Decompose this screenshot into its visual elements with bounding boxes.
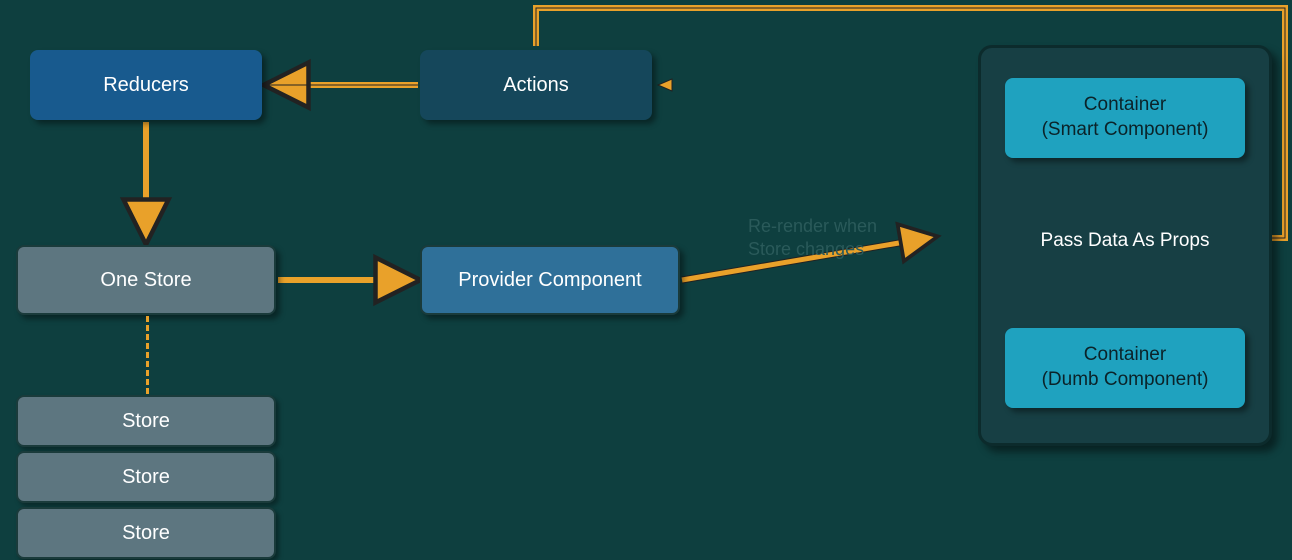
store-stack: Store Store Store xyxy=(16,395,276,560)
actions-node: Actions xyxy=(420,50,652,120)
dashed-connector xyxy=(146,316,149,394)
dumb-container-node: Container(Dumb Component) xyxy=(1005,328,1245,408)
store-item: Store xyxy=(16,507,276,559)
edge-label-rerender: Re-render whenStore changes xyxy=(748,215,877,260)
component-panel: Container(Smart Component) Pass Data As … xyxy=(978,45,1272,446)
smart-container-node: Container(Smart Component) xyxy=(1005,78,1245,158)
reducers-node: Reducers xyxy=(30,50,262,120)
store-item: Store xyxy=(16,451,276,503)
provider-node: Provider Component xyxy=(420,245,680,315)
pass-data-label: Pass Data As Props xyxy=(1005,230,1245,252)
store-item: Store xyxy=(16,395,276,447)
one-store-node: One Store xyxy=(16,245,276,315)
